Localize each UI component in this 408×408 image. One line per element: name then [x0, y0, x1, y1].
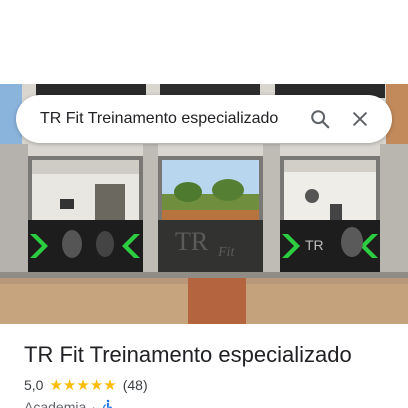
wheelchair-icon — [101, 399, 115, 408]
star-icon: ★ — [62, 375, 77, 394]
logo-tr-text: TR — [175, 227, 209, 256]
search-icon — [311, 110, 330, 129]
rating-stars: ★ ★ ★ ★ ★ — [49, 375, 117, 394]
right-panel-logo-text: TR — [305, 237, 324, 253]
search-bar[interactable]: TR Fit Treinamento especializado — [16, 95, 392, 143]
close-icon — [353, 112, 367, 126]
separator-dot: · — [91, 399, 96, 408]
rating-value: 5,0 — [24, 377, 44, 393]
clear-search-button[interactable] — [340, 99, 380, 139]
rating-row[interactable]: 5,0 ★ ★ ★ ★ ★ (48) — [24, 376, 148, 394]
star-icon: ★ — [103, 375, 117, 394]
search-input[interactable]: TR Fit Treinamento especializado — [40, 110, 300, 128]
search-button[interactable] — [300, 99, 340, 139]
review-count[interactable]: (48) — [123, 377, 148, 393]
star-icon: ★ — [89, 375, 104, 394]
star-icon: ★ — [49, 375, 63, 394]
category-row: Academia · — [24, 398, 115, 408]
star-icon: ★ — [76, 375, 90, 394]
logo-fit-text: Fit — [217, 245, 235, 260]
place-title: TR Fit Treinamento especializado — [24, 342, 352, 367]
place-category: Academia — [24, 399, 87, 408]
